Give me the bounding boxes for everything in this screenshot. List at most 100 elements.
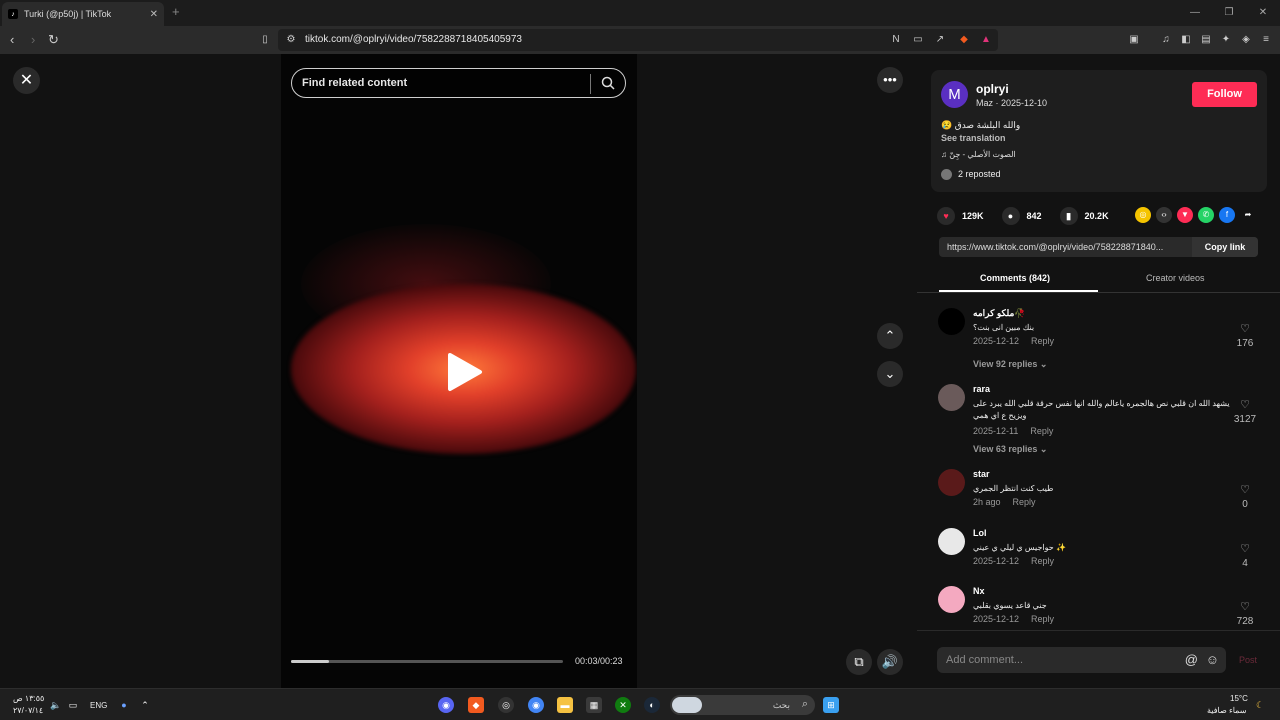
comment-input[interactable]: Add comment... @ ☺ [937,647,1226,673]
coin-icon[interactable]: ◎ [1135,207,1151,223]
weather-temp[interactable]: 15°C [1230,694,1248,703]
tray-expand-icon[interactable]: ⌃ [137,697,153,713]
comment-like[interactable]: ♡ 4 [1230,542,1260,569]
url-text[interactable]: tiktok.com/@oplryi/video/758228871840540… [305,34,522,45]
speaker-icon[interactable]: 🔈 [48,697,64,713]
author-avatar[interactable]: M [941,81,968,108]
browser-tab[interactable]: ♪ Turki (@p50j) | TikTok ✕ [2,2,164,26]
clock-date[interactable]: ٢٧/٠٧/١٤ [13,706,43,715]
view-replies-button[interactable]: View 92 replies ⌄ [973,359,1047,370]
wallet2-icon[interactable]: ▤ [1200,34,1212,46]
close-video-button[interactable]: ✕ [13,67,40,94]
save-button[interactable]: ▮ 20.2K [1059,207,1109,225]
close-window-icon[interactable]: ✕ [1246,0,1280,26]
minimize-icon[interactable]: — [1178,0,1212,26]
taskbar-search[interactable]: بحث ⌕ [670,695,815,715]
whatsapp-icon[interactable]: ✆ [1198,207,1214,223]
brave-shield-icon[interactable]: ◆ [958,34,970,46]
clock-time[interactable]: ١٣:٥٥ ص [13,694,44,703]
post-comment-button[interactable]: Post [1239,655,1257,665]
chevron-down-icon[interactable]: ⌄ [877,361,903,387]
chevron-up-icon[interactable]: ⌃ [877,323,903,349]
comment-like[interactable]: ♡ 176 [1230,322,1260,349]
tab-creator-videos[interactable]: Creator videos [1146,273,1205,283]
tab-comments[interactable]: Comments (842) [980,273,1050,283]
reply-button[interactable]: Reply [1030,426,1053,436]
weather-desc[interactable]: سماء صافية [1207,706,1247,715]
forward-icon[interactable]: › [31,32,35,47]
wallet-icon[interactable]: ▣ [1128,34,1140,46]
commenter-avatar[interactable] [938,528,965,555]
reply-button[interactable]: Reply [1031,614,1054,624]
view-replies-button[interactable]: View 63 replies ⌄ [973,444,1047,455]
comment-like[interactable]: ♡ 3127 [1230,398,1260,425]
commenter-avatar[interactable] [938,308,965,335]
comment-button[interactable]: ● 842 [1001,207,1042,225]
close-tab-icon[interactable]: ✕ [150,9,158,20]
commenter-name[interactable]: Nx [973,586,985,596]
video-progress-bar[interactable] [291,660,563,663]
site-info-icon[interactable]: ⚙ [285,34,297,46]
app-icon[interactable]: ◎ [498,697,514,713]
reply-button[interactable]: Reply [1031,556,1054,566]
reply-button[interactable]: Reply [1013,497,1036,507]
commenter-name[interactable]: star [973,469,990,479]
volume-icon[interactable]: 🔊 [877,649,903,675]
commenter-name[interactable]: ملكو كرامه🥀 [973,308,1026,319]
comment-like[interactable]: ♡ 0 [1230,483,1260,510]
back-icon[interactable]: ‹ [10,32,14,47]
language-indicator[interactable]: ENG [90,701,107,710]
sidebar-icon[interactable]: ◧ [1180,34,1192,46]
discord-icon[interactable]: ◉ [438,697,454,713]
like-button[interactable]: ♥ 129K [937,207,984,225]
reload-icon[interactable]: ↻ [48,32,59,48]
steam-icon[interactable]: ◐ [644,697,660,713]
emoji-icon[interactable]: ☺ [1206,652,1219,667]
reply-button[interactable]: Reply [1031,336,1054,346]
send-to-friends-icon[interactable]: ▼ [1177,207,1193,223]
xbox-icon[interactable]: ✕ [615,697,631,713]
commenter-name[interactable]: Lol [973,528,987,538]
brave-icon[interactable]: ◆ [468,697,484,713]
leo-icon[interactable]: ✦ [1220,34,1232,46]
new-tab-icon[interactable]: + [172,4,180,19]
comment-like[interactable]: ♡ 728 [1230,600,1260,627]
start-windows-icon[interactable]: ⊞ [823,697,839,713]
vpn-icon[interactable]: ◈ [1240,34,1252,46]
brave-rewards-icon[interactable]: ▲ [980,34,992,46]
reposted-info[interactable]: 2 reposted [941,169,1001,181]
cast-icon[interactable]: ▭ [912,34,924,46]
menu-icon[interactable]: ≡ [1260,34,1272,46]
network-icon[interactable]: ▭ [65,697,81,713]
picture-in-picture-icon[interactable]: ⧉ [846,649,872,675]
chrome-icon[interactable]: ◉ [528,697,544,713]
store-icon[interactable]: ▦ [586,697,602,713]
file-explorer-icon[interactable]: ▬ [557,697,573,713]
maximize-icon[interactable]: ❐ [1212,0,1246,26]
embed-icon[interactable]: ‹› [1156,207,1172,223]
search-input[interactable]: Find related content [302,77,407,89]
see-translation-link[interactable]: See translation [941,133,1006,143]
share-link-text[interactable]: https://www.tiktok.com/@oplryi/video/758… [947,242,1189,252]
mention-icon[interactable]: @ [1185,652,1198,667]
play-icon[interactable] [444,352,484,392]
bookmark-icon[interactable]: ▯ [259,34,271,46]
commenter-name[interactable]: rara [973,384,990,394]
follow-button[interactable]: Follow [1192,82,1257,107]
microphone-icon[interactable]: ● [116,697,132,713]
author-username[interactable]: oplryi [976,82,1009,96]
share-arrow-icon[interactable]: ➦ [1240,207,1256,223]
music-link[interactable]: ♫ الصوت الأصلي - جِنّ [941,150,1016,159]
moon-icon[interactable]: ☾ [1252,697,1268,713]
commenter-avatar[interactable] [938,469,965,496]
commenter-avatar[interactable] [938,384,965,411]
more-options-icon[interactable]: ••• [877,67,903,93]
search-icon[interactable] [601,76,615,90]
commenter-avatar[interactable] [938,586,965,613]
copy-link-button[interactable]: Copy link [1192,237,1258,257]
share-page-icon[interactable]: ↗ [934,34,946,46]
facebook-icon[interactable]: f [1219,207,1235,223]
translate-icon[interactable]: N [890,34,902,46]
media-icon[interactable]: ♫ [1160,34,1172,46]
find-related-search[interactable]: Find related content [291,68,626,98]
